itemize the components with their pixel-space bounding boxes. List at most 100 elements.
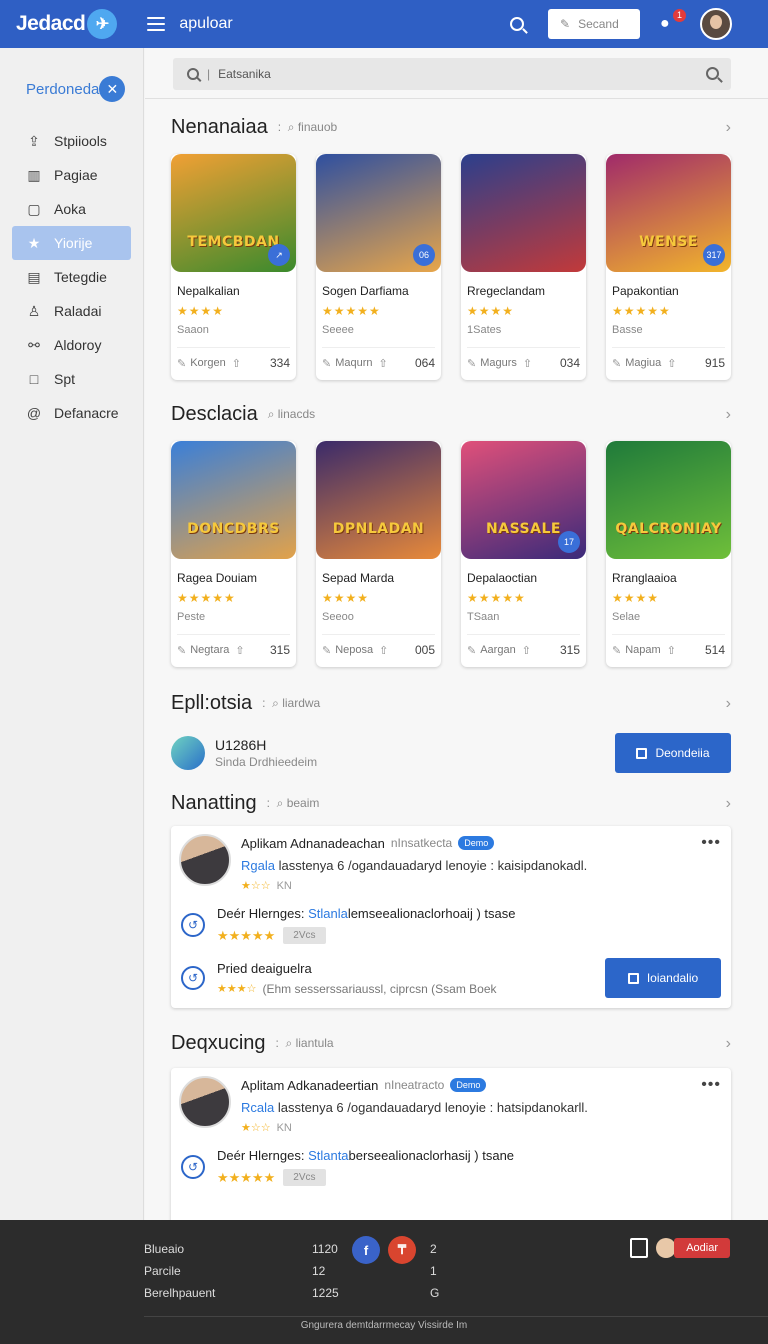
sidebar-item-7[interactable]: □ Spt: [0, 362, 143, 396]
sidebar-item-6[interactable]: ⚯ Aldoroy: [0, 328, 143, 362]
chevron-right-icon[interactable]: ›: [726, 1035, 731, 1053]
game-cover-image[interactable]: 06: [316, 154, 441, 272]
user-avatar[interactable]: [700, 8, 732, 40]
game-genre: Selae: [612, 611, 641, 623]
card-tag[interactable]: Aargan: [480, 644, 515, 656]
reviewer-name[interactable]: Aplitam Adkanadeertian: [241, 1078, 378, 1093]
sidebar-item-1[interactable]: ▥ Pagiae: [0, 158, 143, 192]
game-card[interactable]: DONCDBRS Ragea Douiam ★★★★★ Peste ✎ Negtara ⇧ 3…: [171, 441, 296, 667]
reviewer-avatar[interactable]: [179, 1076, 231, 1128]
download-button[interactable]: Deondeiia: [615, 733, 731, 773]
card-tag[interactable]: Maqurn: [335, 357, 372, 369]
game-card[interactable]: Rregeclandam ★★★★ 1Sates ✎ Magurs ⇧ 034: [461, 154, 586, 380]
like-icon[interactable]: ⇧: [667, 644, 676, 657]
tag-pill: 2Vcs: [283, 1169, 326, 1186]
top-search-input[interactable]: ✎ Secand: [548, 9, 640, 39]
like-icon[interactable]: ⇧: [523, 357, 532, 370]
section-title: Desclacia: [171, 403, 258, 425]
game-card[interactable]: NASSALE 17 Depalaoctian ★★★★★ TSaan ✎ Aargan ⇧ 3…: [461, 441, 586, 667]
chevron-right-icon[interactable]: ›: [726, 695, 731, 713]
footer-col1-item[interactable]: Berelhpauent: [144, 1282, 215, 1304]
reviewer-name[interactable]: Aplikam Adnanadeachan: [241, 836, 385, 851]
like-icon[interactable]: ⇧: [379, 357, 388, 370]
game-cover-image[interactable]: TEMCBDAN ↗: [171, 154, 296, 272]
card-tag[interactable]: Negtara: [190, 644, 229, 656]
reply-icon[interactable]: ↺: [181, 1155, 205, 1179]
demo-badge: Demo: [458, 836, 495, 850]
section-subtitle: : ⌕ finauob: [277, 120, 338, 134]
sidebar-item-0[interactable]: ⇪ Stpiiools: [0, 124, 143, 158]
game-cover-title: NASSALE: [486, 521, 561, 537]
sidebar-item-5[interactable]: ♙ Raladai: [0, 294, 143, 328]
game-cover-image[interactable]: DPNLADAN: [316, 441, 441, 559]
like-icon[interactable]: ⇧: [522, 644, 531, 657]
more-options-icon[interactable]: •••: [701, 1076, 721, 1094]
like-icon[interactable]: ⇧: [379, 644, 388, 657]
main-search-input[interactable]: | Eatsanika: [173, 58, 731, 90]
cover-badge: 06: [413, 244, 435, 266]
footer-col1-item[interactable]: Blueaio: [144, 1238, 215, 1260]
review-reply: ↺ Deér Hlernges: Stlanlalemseealionaclor…: [171, 906, 731, 944]
footer-action-button[interactable]: Aodiar: [674, 1238, 730, 1258]
action-button[interactable]: Ioiandalio: [605, 958, 721, 998]
game-cover-image[interactable]: [461, 154, 586, 272]
reviewer-role: nIneatracto: [384, 1078, 445, 1092]
sidebar-item-2[interactable]: ▢ Aoka: [0, 192, 143, 226]
rating-stars: ★★★★★: [467, 591, 526, 605]
app-logo[interactable]: Jedacd ✈: [16, 9, 118, 39]
game-cover-image[interactable]: DONCDBRS: [171, 441, 296, 559]
pencil-icon: ✎: [177, 357, 187, 370]
like-icon[interactable]: ⇧: [235, 644, 244, 657]
sidebar-item-4[interactable]: ▤ Tetegdie: [0, 260, 143, 294]
section-title: Nanatting: [171, 792, 257, 814]
game-card[interactable]: TEMCBDAN ↗ Nepalkalian ★★★★ Saaon ✎ Korgen ⇧ 334: [171, 154, 296, 380]
sidebar-item-8[interactable]: @ Defanacre: [0, 396, 143, 430]
game-cover-image[interactable]: WENSE 317: [606, 154, 731, 272]
divider: [145, 98, 768, 99]
like-icon[interactable]: ⇧: [232, 357, 241, 370]
facebook-icon[interactable]: f: [352, 1236, 380, 1264]
like-icon[interactable]: ⇧: [667, 357, 676, 370]
game-genre: TSaan: [467, 611, 500, 623]
footer-col3-item: G: [430, 1286, 440, 1300]
more-options-icon[interactable]: •••: [701, 834, 721, 852]
card-row: DONCDBRS Ragea Douiam ★★★★★ Peste ✎ Negtara ⇧ 3…: [171, 441, 731, 667]
notification-icon[interactable]: ● 1: [660, 9, 686, 33]
reply-icon[interactable]: ↺: [181, 966, 205, 990]
reviewer-avatar[interactable]: [179, 834, 231, 886]
footer-avatar[interactable]: [656, 1238, 677, 1258]
game-genre: Saaon: [177, 324, 209, 336]
sidebar-item-label: Pagiae: [54, 167, 98, 183]
footer-col3-item: 2: [430, 1242, 437, 1256]
card-tag[interactable]: Magurs: [480, 357, 517, 369]
card-tag[interactable]: Neposa: [335, 644, 373, 656]
card-tag[interactable]: Korgen: [190, 357, 225, 369]
reply-icon[interactable]: ↺: [181, 913, 205, 937]
chevron-right-icon[interactable]: ›: [726, 795, 731, 813]
game-card[interactable]: DPNLADAN Sepad Marda ★★★★ Seeoo ✎ Neposa ⇧ 005: [316, 441, 441, 667]
game-cover-title: WENSE: [639, 234, 698, 250]
search-submit-icon[interactable]: [706, 67, 719, 80]
chevron-right-icon[interactable]: ›: [726, 119, 731, 137]
game-cover-image[interactable]: NASSALE 17: [461, 441, 586, 559]
search-icon[interactable]: [510, 17, 524, 31]
game-card[interactable]: QALCRONIAY Rranglaaioa ★★★★ Selae ✎ Napam ⇧ 514: [606, 441, 731, 667]
footer-col1-item[interactable]: Parcile: [144, 1260, 215, 1282]
close-icon[interactable]: ✕: [99, 76, 126, 102]
chevron-right-icon[interactable]: ›: [726, 406, 731, 424]
sidebar-item-3[interactable]: ★ Yiorije: [12, 226, 131, 260]
card-footer: ✎ Magiua ⇧ 915: [612, 347, 725, 370]
user-icon: ♙: [27, 302, 41, 319]
game-card[interactable]: WENSE 317 Papakontian ★★★★★ Basse ✎ Magiua ⇧ 915: [606, 154, 731, 380]
game-cover-image[interactable]: QALCRONIAY: [606, 441, 731, 559]
card-tag[interactable]: Magiua: [625, 357, 661, 369]
book-icon[interactable]: [630, 1238, 649, 1258]
app-icon[interactable]: [171, 736, 205, 770]
rating-stars: ★★★★★: [612, 304, 671, 318]
pinterest-icon[interactable]: ₸: [388, 1236, 416, 1264]
game-card[interactable]: 06 Sogen Darfiama ★★★★★ Seeee ✎ Maqurn ⇧ 064: [316, 154, 441, 380]
review-rating: ★☆☆ KN: [241, 880, 292, 892]
footer-values: 2 1 G: [430, 1238, 439, 1304]
hamburger-menu-icon[interactable]: [147, 17, 166, 31]
card-tag[interactable]: Napam: [625, 644, 660, 656]
